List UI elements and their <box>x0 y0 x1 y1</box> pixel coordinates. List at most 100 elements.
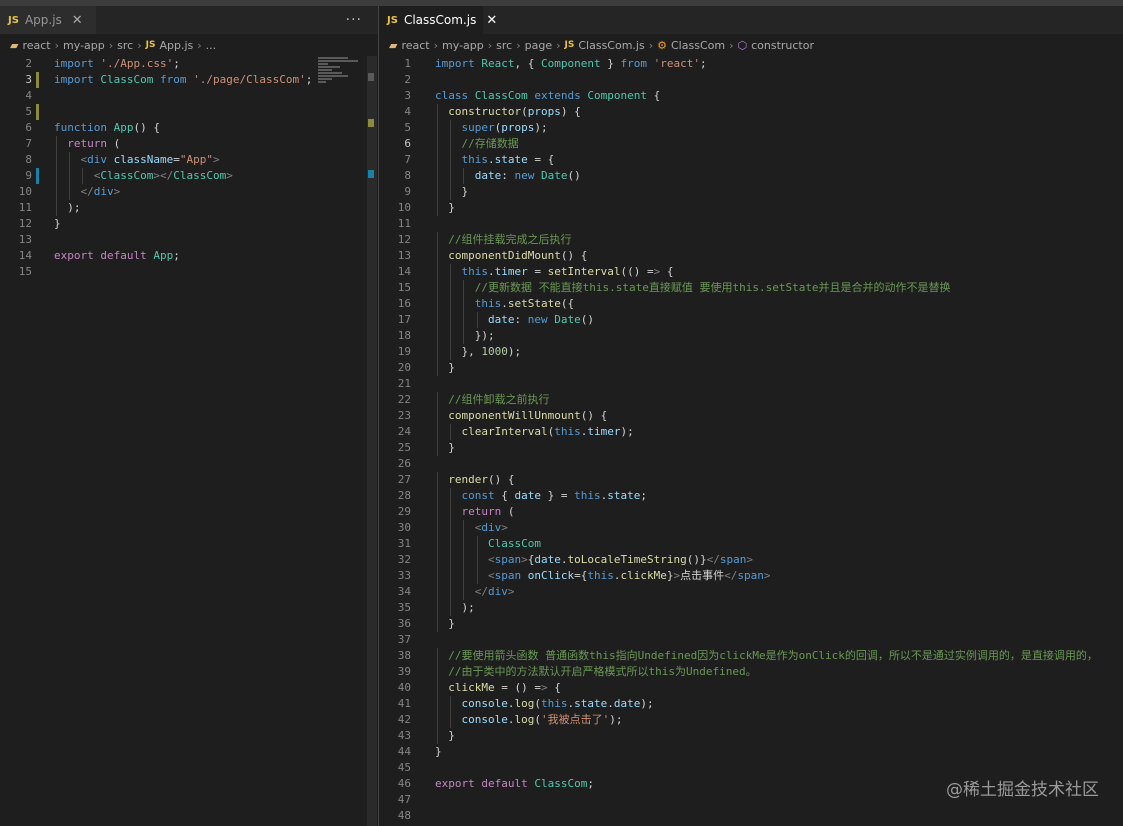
line-number: 6 <box>25 121 32 134</box>
code-line[interactable]: 8 <div className="App"> <box>0 152 378 168</box>
breadcrumb-item[interactable]: page <box>525 39 552 52</box>
breadcrumb-item[interactable]: src <box>496 39 512 52</box>
code-line[interactable]: 34 </div> <box>379 584 1123 600</box>
code-line[interactable]: 26 <box>379 456 1123 472</box>
code-line[interactable]: 42 console.log('我被点击了'); <box>379 712 1123 728</box>
code-line[interactable]: 13 componentDidMount() { <box>379 248 1123 264</box>
code-line[interactable]: 33 <span onClick={this.clickMe}>点击事件</sp… <box>379 568 1123 584</box>
code-text: <div> <box>474 521 508 534</box>
code-line[interactable]: 40 clickMe = () => { <box>379 680 1123 696</box>
code-line[interactable]: 35 ); <box>379 600 1123 616</box>
line-number: 45 <box>397 761 411 774</box>
code-text: componentDidMount() { <box>448 249 588 262</box>
code-line[interactable]: 4 constructor(props) { <box>379 104 1123 120</box>
code-text: } <box>54 217 61 230</box>
code-line[interactable]: 6 //存储数据 <box>379 136 1123 152</box>
breadcrumb-item[interactable]: my-app <box>63 39 105 52</box>
code-editor-right[interactable]: 1 import React, { Component } from 'react… <box>379 56 1123 826</box>
code-line[interactable]: 17 date: new Date() <box>379 312 1123 328</box>
code-line[interactable]: 13 <box>0 232 378 248</box>
line-number: 43 <box>397 729 411 742</box>
tab-classcom-js[interactable]: JS ClassCom.js ✕ <box>379 6 497 34</box>
code-line[interactable]: 10 } <box>379 200 1123 216</box>
line-number: 13 <box>397 249 411 262</box>
code-line[interactable]: 14 export default App; <box>0 248 378 264</box>
code-text: render() { <box>448 473 515 486</box>
code-line[interactable]: 20 } <box>379 360 1123 376</box>
code-text: const { date } = this.state; <box>461 489 648 502</box>
breadcrumb-item[interactable]: react <box>401 39 429 52</box>
code-line[interactable]: 32 <span>{date.toLocaleTimeString()}</sp… <box>379 552 1123 568</box>
code-line[interactable]: 14 this.timer = setInterval(() => { <box>379 264 1123 280</box>
minimap[interactable] <box>318 56 362 116</box>
code-line[interactable]: 7 this.state = { <box>379 152 1123 168</box>
code-line[interactable]: 19 }, 1000); <box>379 344 1123 360</box>
code-line[interactable]: 15 //更新数据 不能直接this.state直接赋值 要使用this.set… <box>379 280 1123 296</box>
code-line[interactable]: 22 //组件卸载之前执行 <box>379 392 1123 408</box>
code-line[interactable]: 31 ClassCom <box>379 536 1123 552</box>
line-number: 31 <box>397 537 411 550</box>
close-icon[interactable]: ✕ <box>72 13 83 28</box>
code-line[interactable]: 12 //组件挂载完成之后执行 <box>379 232 1123 248</box>
code-line[interactable]: 2 <box>379 72 1123 88</box>
tab-app-js[interactable]: JS App.js ✕ <box>0 6 96 34</box>
code-line[interactable]: 37 <box>379 632 1123 648</box>
breadcrumb-item[interactable]: react <box>22 39 50 52</box>
code-editor-left[interactable]: 2 import './App.css'; 3 import ClassCom fro… <box>0 56 378 826</box>
code-line[interactable]: 5 super(props); <box>379 120 1123 136</box>
code-text: //组件挂载完成之后执行 <box>448 233 572 246</box>
breadcrumb-item[interactable]: ... <box>206 39 217 52</box>
js-file-icon: JS <box>387 14 398 26</box>
code-line[interactable]: 25 } <box>379 440 1123 456</box>
code-line[interactable]: 27 render() { <box>379 472 1123 488</box>
breadcrumb-item[interactable]: ClassCom.js <box>578 39 644 52</box>
code-text: import './App.css'; <box>54 57 180 70</box>
close-icon[interactable]: ✕ <box>486 13 497 28</box>
breadcrumb-item[interactable]: my-app <box>442 39 484 52</box>
breadcrumb-item[interactable]: ClassCom <box>671 39 725 52</box>
code-line[interactable]: 43 } <box>379 728 1123 744</box>
code-line[interactable]: 8 date: new Date() <box>379 168 1123 184</box>
chevron-right-icon: › <box>487 38 493 52</box>
code-line[interactable]: 39 //由于类中的方法默认开启严格模式所以this为Undefined。 <box>379 664 1123 680</box>
code-line[interactable]: 9 } <box>379 184 1123 200</box>
code-line[interactable]: 28 const { date } = this.state; <box>379 488 1123 504</box>
code-text: }, 1000); <box>435 345 522 358</box>
code-text: <div className="App"> <box>80 153 220 166</box>
code-line[interactable]: 11 <box>379 216 1123 232</box>
code-line[interactable]: 1 import React, { Component } from 'react… <box>379 56 1123 72</box>
code-line[interactable]: 48 <box>379 808 1123 824</box>
code-line[interactable]: 12} <box>0 216 378 232</box>
code-text: } <box>435 441 455 454</box>
code-line[interactable]: 24 clearInterval(this.timer); <box>379 424 1123 440</box>
code-text: this.state = { <box>461 153 555 166</box>
code-line[interactable]: 23 componentWillUnmount() { <box>379 408 1123 424</box>
code-line[interactable]: 15 <box>0 264 378 280</box>
code-line[interactable]: 16 this.setState({ <box>379 296 1123 312</box>
breadcrumb-item[interactable]: src <box>117 39 133 52</box>
code-line[interactable]: 21 <box>379 376 1123 392</box>
breadcrumb-item[interactable]: constructor <box>751 39 814 52</box>
code-line[interactable]: 38 //要使用箭头函数 普通函数this指向Undefined因为clickM… <box>379 648 1123 664</box>
code-line[interactable]: 3 class ClassCom extends Component { <box>379 88 1123 104</box>
code-line[interactable]: 44} <box>379 744 1123 760</box>
code-line[interactable]: 10 </div> <box>0 184 378 200</box>
tab-label: ClassCom.js <box>403 13 477 27</box>
code-text: componentWillUnmount() { <box>448 409 608 422</box>
code-line[interactable]: 9 <ClassCom></ClassCom> <box>0 168 378 184</box>
code-line[interactable]: 45 <box>379 760 1123 776</box>
line-number: 12 <box>18 217 32 230</box>
code-line[interactable]: 7 return ( <box>0 136 378 152</box>
line-number: 35 <box>397 601 411 614</box>
line-number: 10 <box>18 185 32 198</box>
code-line[interactable]: 6 function App() { <box>0 120 378 136</box>
code-line[interactable]: 11 ); <box>0 200 378 216</box>
line-number: 22 <box>397 393 411 406</box>
code-line[interactable]: 41 console.log(this.state.date); <box>379 696 1123 712</box>
breadcrumb-item[interactable]: App.js <box>159 39 193 52</box>
code-line[interactable]: 36 } <box>379 616 1123 632</box>
code-line[interactable]: 29 return ( <box>379 504 1123 520</box>
more-actions-icon[interactable]: ··· <box>346 12 362 28</box>
code-line[interactable]: 18 }); <box>379 328 1123 344</box>
code-line[interactable]: 30 <div> <box>379 520 1123 536</box>
